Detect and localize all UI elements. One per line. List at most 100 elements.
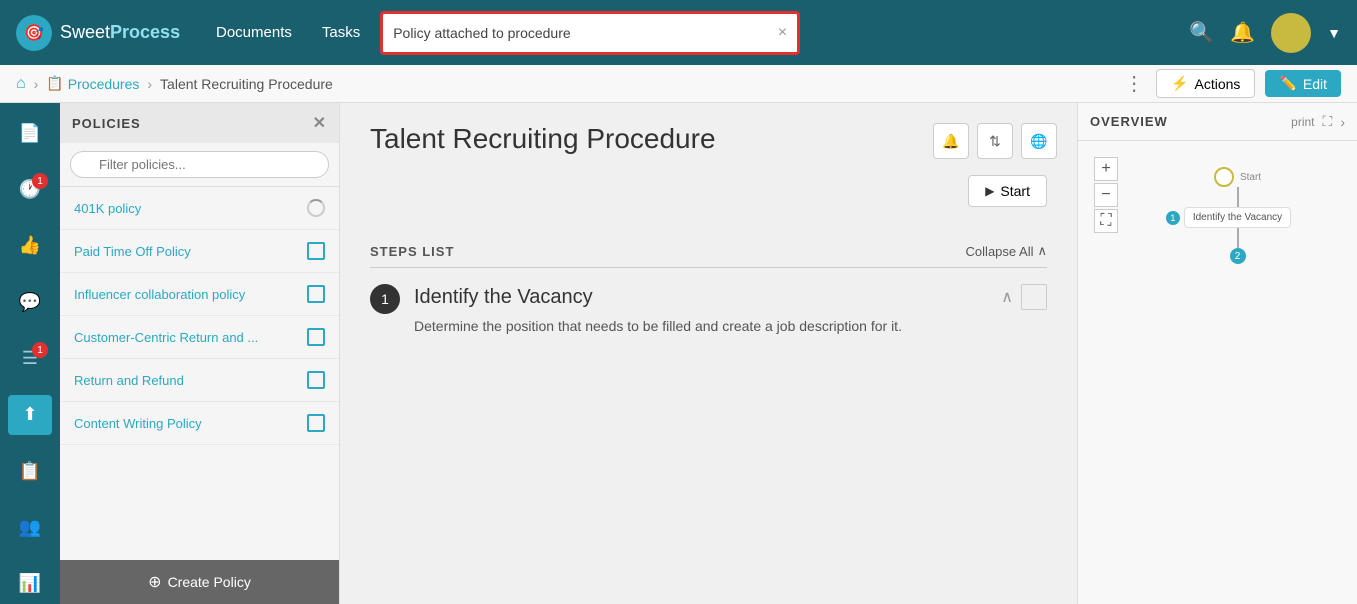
step-title: Identify the Vacancy (414, 286, 593, 309)
sidebar-item-clock[interactable]: 🕐 1 (8, 169, 52, 209)
sidebar-item-chart[interactable]: 📊 (8, 564, 52, 604)
zoom-out-button[interactable]: − (1094, 183, 1118, 207)
overview-title: OVERVIEW (1090, 114, 1168, 129)
breadcrumb-sep2: › (147, 76, 152, 92)
breadcrumb-sep1: › (34, 76, 39, 92)
policy-checkbox[interactable] (307, 242, 325, 260)
policy-name: Content Writing Policy (74, 416, 307, 431)
nav-right: 🔍 🔔 ▼ (1189, 13, 1341, 53)
policy-checkbox[interactable] (307, 414, 325, 432)
flow-node1-num: 1 (1166, 211, 1180, 225)
sidebar-item-upload[interactable]: ⬆ (8, 395, 52, 435)
policy-checkbox[interactable] (307, 285, 325, 303)
print-button[interactable]: print (1291, 115, 1314, 129)
zoom-fit-button[interactable]: ⛶ (1094, 209, 1118, 233)
sidebar-item-comment[interactable]: 💬 (8, 282, 52, 322)
chevron-right-icon[interactable]: › (1340, 114, 1345, 130)
create-policy-button[interactable]: ⊕ Create Policy (60, 560, 339, 604)
main-content: 🔔 ⇅ 🌐 Talent Recruiting Procedure ▶ Star… (340, 103, 1077, 604)
breadcrumb-current: Talent Recruiting Procedure (160, 76, 333, 92)
sidebar-item-copy[interactable]: 📋 (8, 451, 52, 491)
sidebar-item-users[interactable]: 👥 (8, 507, 52, 547)
zoom-in-button[interactable]: + (1094, 157, 1118, 181)
start-button[interactable]: ▶ Start (968, 175, 1047, 207)
search-icon[interactable]: 🔍 (1189, 20, 1214, 45)
search-bar: Policy attached to procedure × (380, 11, 800, 55)
flow-node1: Identify the Vacancy (1184, 207, 1291, 228)
list-item[interactable]: Paid Time Off Policy (60, 230, 339, 273)
logo-sweet: SweetProcess (60, 22, 180, 43)
nav-documents[interactable]: Documents (216, 24, 292, 41)
sidebar-item-thumb[interactable]: 👍 (8, 226, 52, 266)
step-content: Identify the Vacancy ∧ Determine the pos… (414, 284, 1047, 337)
policy-checkbox[interactable] (307, 328, 325, 346)
overview-header: OVERVIEW print ⛶ › (1078, 103, 1357, 141)
steps-label: STEPS LIST (370, 244, 454, 259)
bell-action-icon[interactable]: 🔔 (933, 123, 969, 159)
overview-chart: + − ⛶ Start 1 Identify the Vacancy 2 (1078, 141, 1357, 604)
filter-input-wrap: 🔍 (60, 143, 339, 187)
more-options-icon[interactable]: ⋮ (1124, 71, 1146, 96)
panel-close-icon[interactable]: ✕ (313, 113, 327, 133)
flow-line2 (1237, 228, 1239, 248)
flow-start-row: Start (1214, 167, 1261, 187)
policy-spinner-icon (307, 199, 325, 217)
action-icons-row: 🔔 ⇅ 🌐 (933, 123, 1057, 159)
search-close-icon[interactable]: × (778, 24, 787, 42)
nav-tasks[interactable]: Tasks (322, 24, 360, 41)
step-description: Determine the position that needs to be … (414, 316, 1047, 337)
dropdown-arrow-icon[interactable]: ▼ (1327, 25, 1341, 41)
actions-button[interactable]: ⚡ Actions (1156, 69, 1255, 98)
sidebar-item-document[interactable]: 📄 (8, 113, 52, 153)
list-item[interactable]: Influencer collaboration policy (60, 273, 339, 316)
policy-name: Return and Refund (74, 373, 307, 388)
chevron-up-icon: ∧ (1037, 243, 1047, 259)
procedures-icon: 📋 (46, 75, 63, 92)
home-icon[interactable]: ⌂ (16, 75, 26, 93)
flow-node1-wrap: 1 Identify the Vacancy (1184, 207, 1291, 228)
logo-icon: 🎯 (16, 15, 52, 51)
flow-chart: Start 1 Identify the Vacancy 2 (1134, 157, 1341, 264)
list-item[interactable]: Return and Refund (60, 359, 339, 402)
collapse-all-button[interactable]: Collapse All ∧ (966, 243, 1047, 259)
main-layout: 📄 🕐 1 👍 💬 ☰ 1 ⬆ 📋 👥 📊 POLICIES ✕ 🔍 (0, 103, 1357, 604)
overview-panel: OVERVIEW print ⛶ › + − ⛶ Start 1 (1077, 103, 1357, 604)
zoom-controls: + − ⛶ (1094, 157, 1118, 233)
globe-action-icon[interactable]: 🌐 (1021, 123, 1057, 159)
sidebar-item-list[interactable]: ☰ 1 (8, 338, 52, 378)
logo: 🎯 SweetProcess (16, 15, 196, 51)
list-item[interactable]: 401K policy (60, 187, 339, 230)
filter-wrap: 🔍 (70, 151, 329, 178)
play-icon: ▶ (985, 184, 994, 198)
list-item[interactable]: Customer-Centric Return and ... (60, 316, 339, 359)
policy-checkbox[interactable] (307, 371, 325, 389)
step-collapse-icon[interactable]: ∧ (1001, 287, 1013, 307)
flow-line (1237, 187, 1239, 207)
list-badge: 1 (32, 342, 48, 358)
filter-policies-input[interactable] (70, 151, 329, 178)
step-checkbox[interactable] (1021, 284, 1047, 310)
breadcrumb-right: ⋮ ⚡ Actions ✏️ Edit (1124, 69, 1341, 98)
policy-name: 401K policy (74, 201, 307, 216)
policies-panel: POLICIES ✕ 🔍 401K policy Paid Time Off P… (60, 103, 340, 604)
policies-title: POLICIES (72, 116, 141, 131)
sort-action-icon[interactable]: ⇅ (977, 123, 1013, 159)
step-title-row: Identify the Vacancy ∧ (414, 284, 1047, 310)
search-text: Policy attached to procedure (393, 25, 778, 41)
overview-actions: print ⛶ › (1291, 113, 1345, 130)
list-item[interactable]: Content Writing Policy (60, 402, 339, 445)
breadcrumb-procedures[interactable]: 📋 Procedures (46, 75, 139, 92)
edit-button[interactable]: ✏️ Edit (1265, 70, 1341, 97)
fullscreen-icon[interactable]: ⛶ (1323, 113, 1333, 130)
bell-icon[interactable]: 🔔 (1230, 20, 1255, 45)
policy-name: Influencer collaboration policy (74, 287, 307, 302)
policy-name: Customer-Centric Return and ... (74, 330, 307, 345)
nav-links: Documents Tasks (216, 24, 360, 41)
top-navigation: 🎯 SweetProcess Documents Tasks Policy at… (0, 0, 1357, 65)
policy-name: Paid Time Off Policy (74, 244, 307, 259)
step-item: 1 Identify the Vacancy ∧ Determine the p… (370, 284, 1047, 337)
flow-start-circle (1214, 167, 1234, 187)
avatar[interactable] (1271, 13, 1311, 53)
steps-header: STEPS LIST Collapse All ∧ (370, 243, 1047, 268)
step-number: 1 (370, 284, 400, 314)
